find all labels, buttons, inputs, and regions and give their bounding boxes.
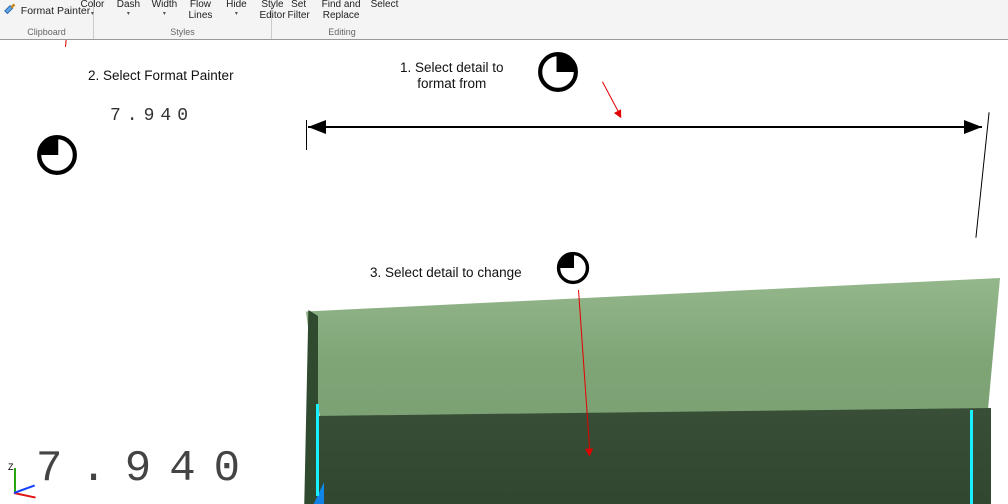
model-face-front[interactable] bbox=[313, 408, 991, 504]
mouse-icon bbox=[537, 51, 579, 93]
triad-x-axis bbox=[14, 492, 36, 499]
arrow-step1 bbox=[598, 80, 624, 120]
anno-step3: 3. Select detail to change bbox=[370, 265, 522, 281]
ribbon-group-label-clipboard: Clipboard bbox=[27, 27, 66, 39]
model-body[interactable] bbox=[220, 150, 1000, 504]
triad-z-label: Z bbox=[8, 462, 14, 472]
flow-lines-dropdown[interactable]: Flow Lines bbox=[183, 0, 217, 21]
selected-edge[interactable] bbox=[970, 410, 973, 504]
mouse-icon bbox=[556, 251, 590, 285]
set-filter-button[interactable]: Set Filter bbox=[282, 0, 316, 21]
dimension-line-top[interactable] bbox=[308, 126, 982, 128]
ribbon-group-label-editing: Editing bbox=[328, 27, 356, 39]
ribbon-group-editing: Set Filter Find and Replace Select Editi… bbox=[272, 0, 412, 39]
paintbrush-icon bbox=[3, 3, 17, 20]
hide-dropdown[interactable]: Hide▾ bbox=[219, 0, 253, 17]
width-dropdown[interactable]: Width▾ bbox=[147, 0, 181, 17]
extension-line bbox=[306, 120, 307, 150]
selected-edge[interactable] bbox=[316, 404, 319, 496]
dimension-value-top[interactable]: 7.940 bbox=[110, 106, 194, 126]
ribbon: Format Painter Clipboard Color▾ Dash▾ Wi… bbox=[0, 0, 1008, 40]
ribbon-group-label-styles: Styles bbox=[170, 27, 195, 39]
model-face-top[interactable] bbox=[306, 278, 1000, 430]
ribbon-group-styles: Color▾ Dash▾ Width▾ Flow Lines Hide▾ Sty… bbox=[94, 0, 272, 39]
anno-step1: 1. Select detail to format from bbox=[400, 60, 504, 92]
find-and-replace-button[interactable]: Find and Replace bbox=[318, 0, 365, 21]
dash-dropdown[interactable]: Dash▾ bbox=[111, 0, 145, 17]
anno-step2: 2. Select Format Painter bbox=[88, 68, 234, 84]
color-dropdown[interactable]: Color▾ bbox=[75, 0, 109, 17]
select-button[interactable]: Select bbox=[367, 0, 403, 11]
mouse-icon bbox=[36, 134, 78, 176]
view-triad[interactable]: Z bbox=[8, 462, 48, 502]
arrow-step2 bbox=[62, 40, 75, 47]
triad-y-axis bbox=[14, 485, 35, 494]
model-viewport[interactable]: 7.940 7.940 1. Select detail to format f… bbox=[0, 40, 1008, 504]
